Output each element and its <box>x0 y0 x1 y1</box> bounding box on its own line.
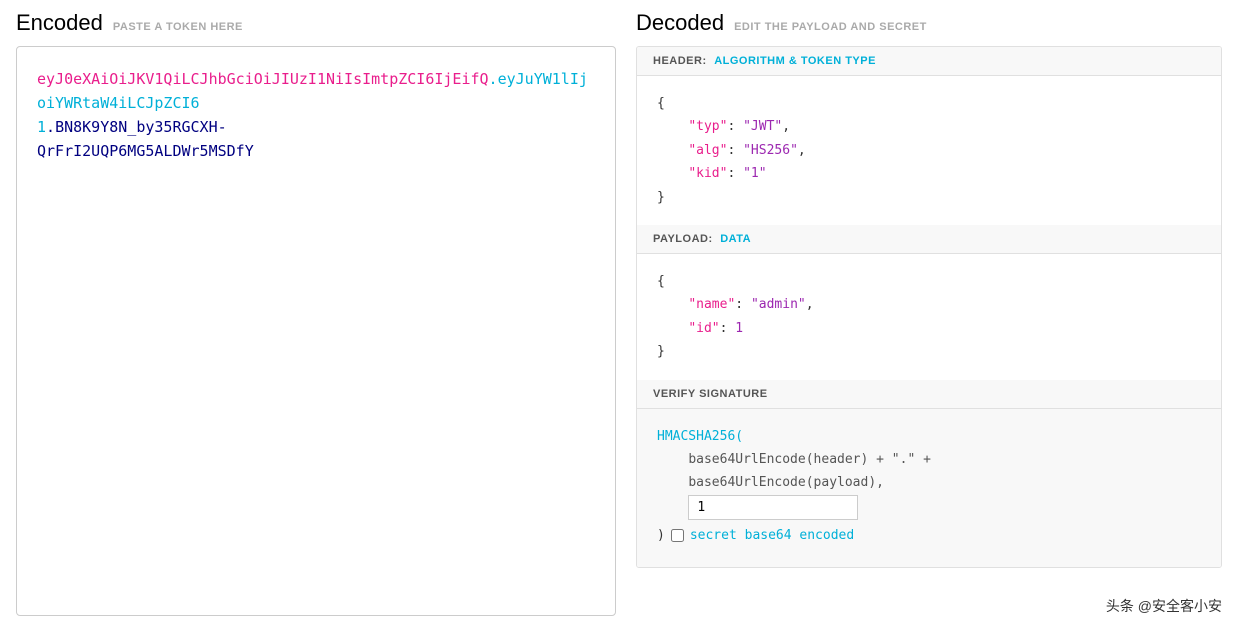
header-section-title: HEADER: ALGORITHM & TOKEN TYPE <box>637 47 1221 76</box>
watermark: 头条 @安全客小安 <box>1106 596 1222 616</box>
header-section: HEADER: ALGORITHM & TOKEN TYPE { "typ": … <box>637 47 1221 226</box>
header-kid-key: "kid" <box>688 166 727 181</box>
decoded-sections: HEADER: ALGORITHM & TOKEN TYPE { "typ": … <box>636 46 1222 568</box>
payload-section-title: PAYLOAD: DATA <box>637 225 1221 254</box>
payload-close-brace: } <box>657 344 665 359</box>
header-body[interactable]: { "typ": "JWT", "alg": "HS256", "kid": "… <box>637 76 1221 225</box>
verify-close-paren: ) <box>657 524 665 547</box>
verify-line2: base64UrlEncode(payload), <box>688 475 884 490</box>
verify-section-title: VERIFY SIGNATURE <box>637 380 1221 409</box>
payload-body[interactable]: { "name": "admin", "id": 1 } <box>637 254 1221 380</box>
encoded-title-row: Encoded PASTE A TOKEN HERE <box>16 10 616 36</box>
encoded-panel: Encoded PASTE A TOKEN HERE eyJ0eXAiOiJKV… <box>16 10 616 616</box>
verify-body: HMACSHA256( base64UrlEncode(header) + ".… <box>637 409 1221 568</box>
payload-id-val: 1 <box>735 321 743 336</box>
header-kid-val: "1" <box>743 166 766 181</box>
header-typ-key: "typ" <box>688 119 727 134</box>
header-alg-val: "HS256" <box>743 143 798 158</box>
encoded-box[interactable]: eyJ0eXAiOiJKV1QiLCJhbGciOiJIUzI1NiIsImtp… <box>16 46 616 616</box>
payload-id-key: "id" <box>688 321 719 336</box>
token-dot1: . <box>489 70 498 88</box>
token-part3: BN8K9Y8N_by35RGCXH-QrFrI2UQP6MG5ALDWr5MS… <box>37 118 254 160</box>
token-dot2: . <box>46 118 55 136</box>
header-colon1: : <box>727 119 743 134</box>
base64-checkbox[interactable] <box>671 529 684 542</box>
header-close-brace: } <box>657 190 665 205</box>
verify-footer: ) secret base64 encoded <box>657 520 1201 551</box>
payload-open-brace: { <box>657 274 665 289</box>
header-comma2: , <box>798 143 806 158</box>
header-label: HEADER: <box>653 55 707 67</box>
header-sublabel: ALGORITHM & TOKEN TYPE <box>714 55 876 67</box>
header-colon2: : <box>727 143 743 158</box>
token-part1b: pZCI6IjEifQ <box>389 70 488 88</box>
header-comma1: , <box>782 119 790 134</box>
decoded-panel: Decoded EDIT THE PAYLOAD AND SECRET HEAD… <box>636 10 1222 616</box>
decoded-title: Decoded <box>636 10 724 36</box>
encoded-subtitle: PASTE A TOKEN HERE <box>113 21 243 33</box>
verify-line1: base64UrlEncode(header) + "." + <box>688 452 931 467</box>
verify-fn-name: HMACSHA256( <box>657 429 743 444</box>
header-open-brace: { <box>657 96 665 111</box>
decoded-title-row: Decoded EDIT THE PAYLOAD AND SECRET <box>636 10 1222 36</box>
secret-input[interactable] <box>688 495 858 520</box>
payload-name-val: "admin" <box>751 297 806 312</box>
secret-base64-link[interactable]: secret base64 encoded <box>690 524 854 547</box>
payload-comma1: , <box>806 297 814 312</box>
header-typ-val: "JWT" <box>743 119 782 134</box>
payload-label: PAYLOAD: <box>653 233 713 245</box>
encoded-title: Encoded <box>16 10 103 36</box>
payload-sublabel: DATA <box>720 233 751 245</box>
payload-section: PAYLOAD: DATA { "name": "admin", "id": 1… <box>637 225 1221 381</box>
payload-colon1: : <box>735 297 751 312</box>
verify-section: VERIFY SIGNATURE HMACSHA256( base64UrlEn… <box>637 380 1221 568</box>
decoded-subtitle: EDIT THE PAYLOAD AND SECRET <box>734 21 927 33</box>
verify-label: VERIFY SIGNATURE <box>653 388 768 400</box>
header-colon3: : <box>727 166 743 181</box>
payload-colon2: : <box>720 321 736 336</box>
header-alg-key: "alg" <box>688 143 727 158</box>
payload-name-key: "name" <box>688 297 735 312</box>
token-part1: eyJ0eXAiOiJKV1QiLCJhbGciOiJIUzI1NiIsImt <box>37 70 389 88</box>
